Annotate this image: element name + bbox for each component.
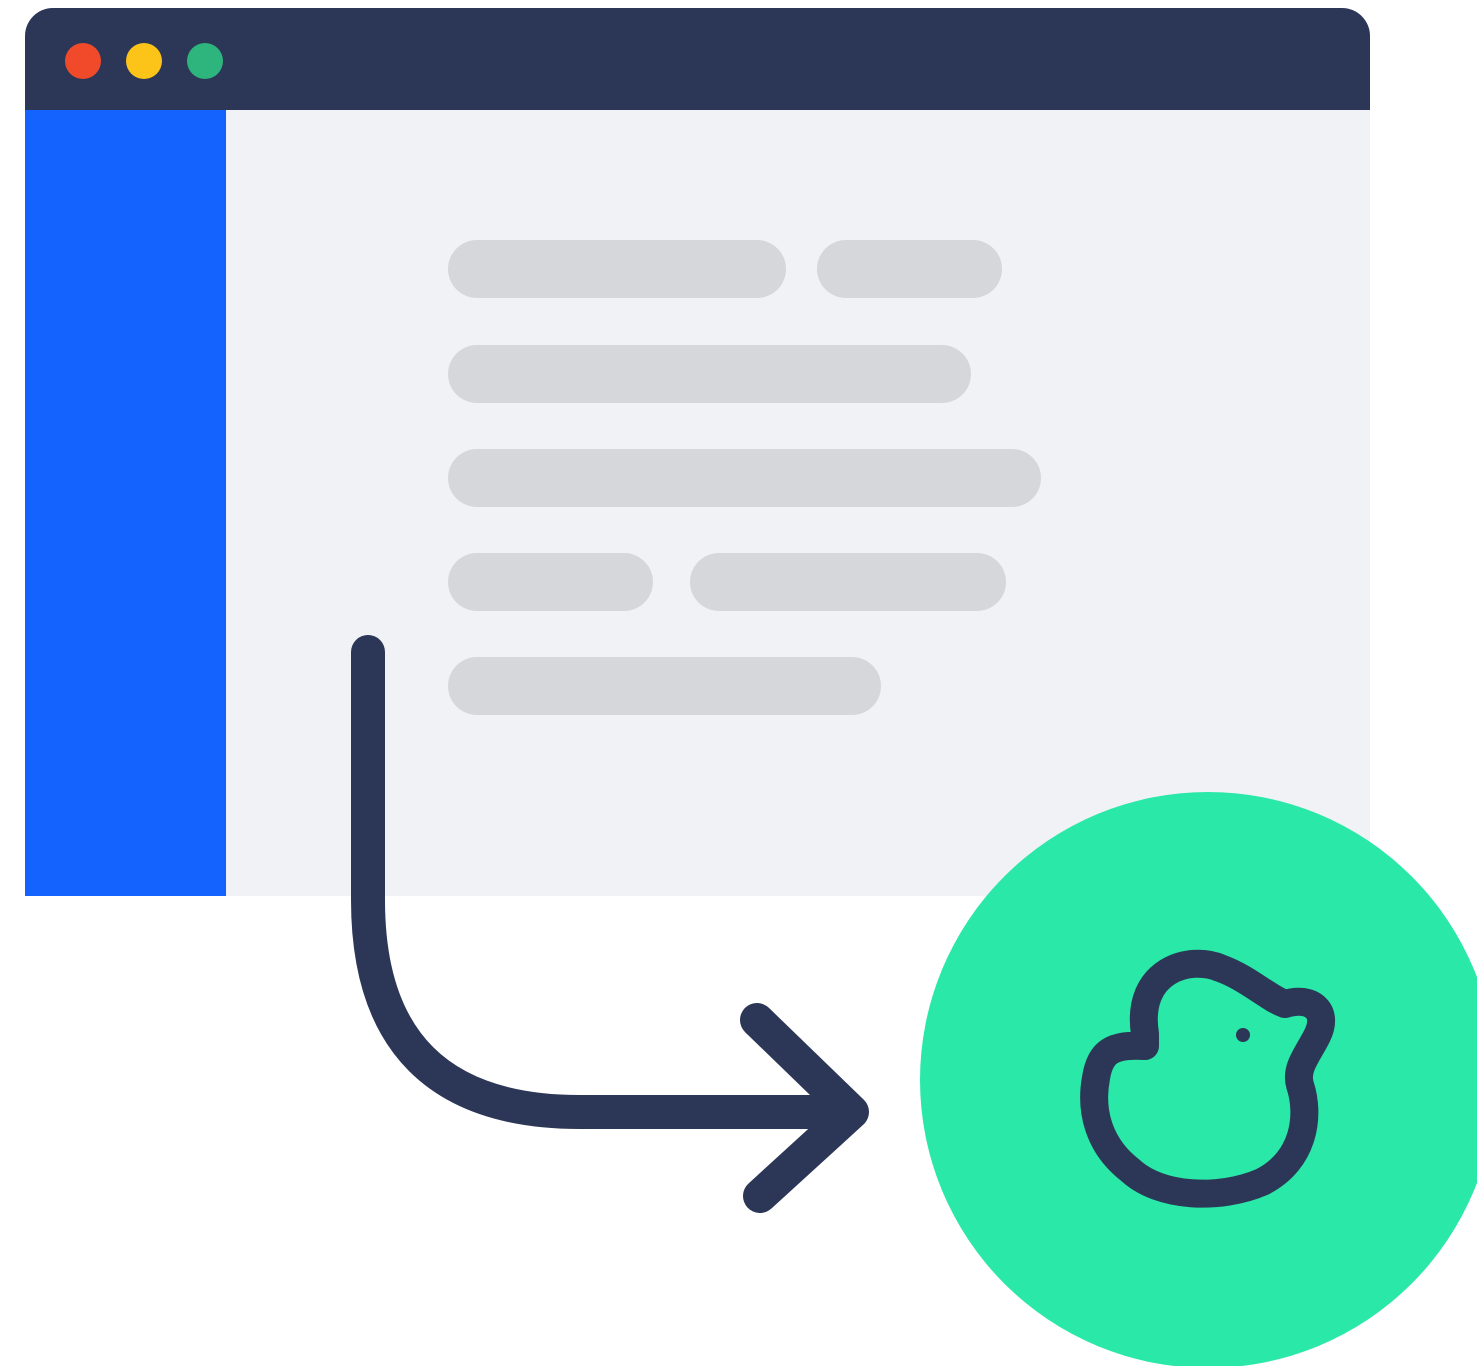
curved-arrow-icon — [351, 635, 869, 1213]
illustration-overlay — [351, 635, 1477, 1366]
duck-eye-icon — [1236, 1028, 1250, 1042]
